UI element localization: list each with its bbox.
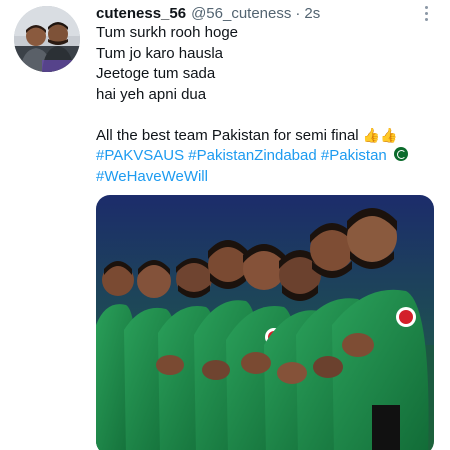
more-options-button[interactable] bbox=[416, 3, 436, 23]
hashtag-pakistanzindabad[interactable]: #PakistanZindabad bbox=[188, 147, 316, 164]
tweet-line: Jeetoge tum sada bbox=[96, 65, 216, 82]
team-anthem-photo bbox=[96, 195, 434, 450]
hashtag-pakvsaus[interactable]: #PAKVSAUS bbox=[96, 147, 184, 164]
thumbs-up-emoji: 👍👍 bbox=[362, 127, 398, 144]
more-icon-dot bbox=[424, 17, 428, 21]
tweet-media-image[interactable] bbox=[96, 195, 434, 450]
line-break bbox=[96, 105, 442, 126]
tweet-line: hai yeh apni dua bbox=[96, 85, 207, 103]
tweet-text: Tum surkh rooh hoge Tum jo karo hausla J… bbox=[96, 23, 442, 187]
tweet[interactable]: cuteness_56 @56_cuteness · 2s Tum surkh … bbox=[0, 0, 450, 450]
hashtag-line: #WeHaveWeWill bbox=[96, 167, 442, 188]
wish-text: All the best team Pakistan for semi fina… bbox=[96, 126, 359, 144]
separator-dot: · bbox=[295, 4, 301, 22]
avatar[interactable] bbox=[14, 6, 80, 72]
avatar-photo bbox=[14, 6, 80, 72]
tweet-header: cuteness_56 @56_cuteness · 2s bbox=[96, 2, 450, 24]
tweet-line-wish: All the best team Pakistan for semi fina… bbox=[96, 126, 442, 147]
timestamp[interactable]: 2s bbox=[304, 5, 320, 22]
hashtag-line: #PAKVSAUS #PakistanZindabad #Pakistan bbox=[96, 146, 442, 167]
more-horizontal-icon bbox=[424, 5, 428, 9]
pakistan-flag-emoji bbox=[393, 147, 408, 161]
more-icon-dot bbox=[424, 11, 428, 15]
display-name[interactable]: cuteness_56 bbox=[96, 5, 186, 22]
user-handle[interactable]: @56_cuteness bbox=[191, 5, 291, 22]
tweet-line: Tum jo karo hausla bbox=[96, 44, 224, 62]
tweet-line: Tum surkh rooh hoge bbox=[96, 24, 239, 41]
hashtag-pakistan[interactable]: #Pakistan bbox=[321, 147, 387, 164]
hashtag-wehavewewill[interactable]: #WeHaveWeWill bbox=[96, 168, 208, 185]
